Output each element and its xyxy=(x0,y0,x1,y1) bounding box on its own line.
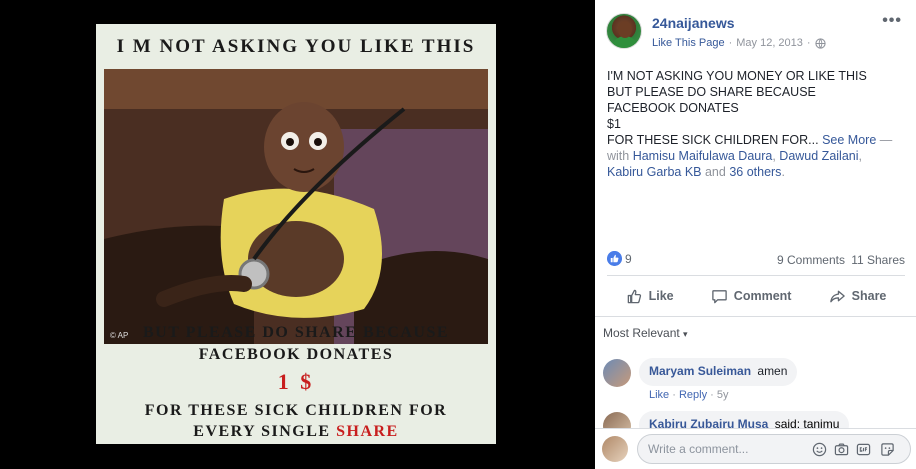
page-avatar[interactable] xyxy=(606,13,642,49)
image-share-word: SHARE xyxy=(336,423,399,440)
gif-icon[interactable] xyxy=(856,442,871,457)
post-date[interactable]: May 12, 2013 xyxy=(736,37,803,49)
share-button[interactable]: Share xyxy=(829,288,887,305)
image-text-line-1: BUT PLEASE DO SHARE BECAUSE xyxy=(142,324,450,341)
comment-item: Kabiru Zubairu Musa said: tanimu xyxy=(603,410,908,430)
post-text-last-line: FOR THESE SICK CHILDREN FOR... xyxy=(607,133,823,147)
comments-count-link[interactable]: 9 Comments xyxy=(777,253,845,267)
tag-link-2[interactable]: Dawud Zailani xyxy=(779,149,858,163)
dot-separator: · xyxy=(707,389,717,401)
comment-input[interactable] xyxy=(648,442,798,456)
tag-link-3[interactable]: Kabiru Garba KB xyxy=(607,165,702,179)
comment-item: Maryam Suleiman amen Like · Reply · 5y xyxy=(603,357,908,403)
dot-separator: · xyxy=(669,389,679,401)
child-photo-illustration xyxy=(104,69,488,344)
tags-period: . xyxy=(781,165,785,179)
image-text-line-4: EVERY SINGLE SHARE xyxy=(96,423,496,441)
like-reaction-icon[interactable] xyxy=(607,251,622,266)
comment-bubble: Maryam Suleiman amen xyxy=(639,358,798,386)
page-name-link[interactable]: 24naijanews xyxy=(652,15,735,31)
post-text-line-3: FACEBOOK DONATES xyxy=(607,101,739,115)
comment-reply-link[interactable]: Reply xyxy=(679,389,707,401)
more-options-icon[interactable]: ••• xyxy=(882,12,902,30)
current-user-avatar xyxy=(602,436,628,462)
comment-text: amen xyxy=(757,364,788,378)
others-link[interactable]: 36 others xyxy=(729,165,781,179)
sort-label: Most Relevant xyxy=(603,326,680,340)
comment-actions: Like · Reply · 5y xyxy=(649,389,729,401)
tag-comma-2: , xyxy=(858,149,862,163)
actions-row: Like Comment Share xyxy=(607,281,905,311)
photo-area: I M NOT ASKING YOU LIKE THIS © AP BUT PL… xyxy=(0,0,595,469)
dash-separator: — xyxy=(876,133,893,147)
with-label: with xyxy=(607,149,633,163)
image-text-line-2: FACEBOOK DONATES xyxy=(198,346,394,363)
avatar-face xyxy=(618,21,632,38)
share-arrow-icon xyxy=(829,290,845,302)
reaction-count[interactable]: 9 xyxy=(625,252,632,266)
post-meta: Like This Page · May 12, 2013 · xyxy=(652,37,826,49)
thumbs-up-icon xyxy=(627,289,641,303)
emoji-icon[interactable] xyxy=(812,442,827,457)
meta-separator-2: · xyxy=(806,37,811,49)
commenter-avatar[interactable] xyxy=(603,359,631,387)
shares-count-link[interactable]: 11 Shares xyxy=(851,253,905,267)
chevron-down-icon: ▾ xyxy=(683,329,688,339)
like-button-label: Like xyxy=(648,289,674,303)
reactions-row: 9 9 Comments 11 Shares xyxy=(607,251,905,267)
comment-input-box[interactable] xyxy=(637,434,911,464)
post-text-line-2: BUT PLEASE DO SHARE BECAUSE xyxy=(607,85,816,99)
post-text-line-5: FOR THESE SICK CHILDREN FOR... See More … xyxy=(607,132,907,148)
camera-icon[interactable] xyxy=(834,442,849,457)
image-amount-text: 1 $ xyxy=(277,369,315,394)
and-label: and xyxy=(701,165,730,179)
share-button-label: Share xyxy=(851,289,887,303)
see-more-link[interactable]: See More xyxy=(822,133,876,147)
meta-separator: · xyxy=(728,37,733,49)
post-panel: 24naijanews Like This Page · May 12, 201… xyxy=(595,0,916,469)
image-line4-prefix: EVERY SINGLE xyxy=(193,423,337,440)
divider xyxy=(607,275,905,276)
post-text: I'M NOT ASKING YOU MONEY OR LIKE THIS BU… xyxy=(607,68,907,180)
divider xyxy=(595,316,916,317)
post-image[interactable]: I M NOT ASKING YOU LIKE THIS © AP BUT PL… xyxy=(96,24,496,444)
comment-composer xyxy=(595,428,916,469)
post-tags-line-1: with Hamisu Maifulawa Daura, Dawud Zaila… xyxy=(607,148,907,164)
tag-link-1[interactable]: Hamisu Maifulawa Daura xyxy=(633,149,773,163)
facebook-photo-viewer: I M NOT ASKING YOU LIKE THIS © AP BUT PL… xyxy=(0,0,916,469)
comment-age[interactable]: 5y xyxy=(717,389,729,401)
like-page-link[interactable]: Like This Page xyxy=(652,37,725,49)
comment-sort-dropdown[interactable]: Most Relevant ▾ xyxy=(603,326,688,340)
post-text-line-1: I'M NOT ASKING YOU MONEY OR LIKE THIS xyxy=(607,69,867,83)
comment-author-link[interactable]: Maryam Suleiman xyxy=(649,364,751,378)
image-text-line-3: FOR THESE SICK CHILDREN FOR xyxy=(144,402,448,419)
sticker-icon[interactable] xyxy=(880,442,895,457)
comment-button-label: Comment xyxy=(733,289,792,303)
post-tags-line-2: Kabiru Garba KB and 36 others. xyxy=(607,164,907,180)
comment-button[interactable]: Comment xyxy=(711,288,792,305)
globe-icon[interactable] xyxy=(814,37,826,49)
image-heading-text: I M NOT ASKING YOU LIKE THIS xyxy=(116,36,476,57)
comment-like-link[interactable]: Like xyxy=(649,389,669,401)
comment-bubble-icon xyxy=(712,289,727,303)
child-photo: © AP xyxy=(104,69,488,344)
like-button[interactable]: Like xyxy=(626,288,674,305)
post-text-line-4: $1 xyxy=(607,117,621,131)
